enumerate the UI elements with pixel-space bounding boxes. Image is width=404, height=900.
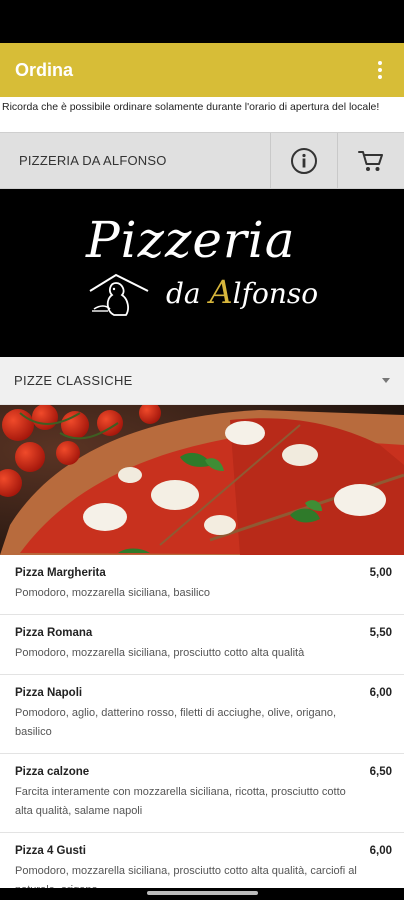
menu-item-calzone[interactable]: Pizza calzone 6,50 Farcita interamente c… [0,754,404,833]
menu-item-name: Pizza Romana [15,627,93,639]
app-title: Ordina [15,59,74,80]
cart-icon [358,150,383,171]
menu-item-price: 6,00 [369,687,392,699]
menu-item-name: Pizza Napoli [15,687,83,699]
cart-button[interactable] [337,133,404,188]
menu-item-napoli[interactable]: Pizza Napoli 6,00 Pomodoro, aglio, datte… [0,675,404,754]
menu-item-price: 6,50 [369,766,392,778]
menu-item-description: Pomodoro, mozzarella siciliana, basilico [15,587,211,599]
logo-subtitle-prefix: da [166,277,210,310]
menu-item-price: 5,50 [369,627,392,639]
menu-item-name: Pizza Margherita [15,567,106,579]
logo-title: Pizzeria [86,211,296,269]
chef-emblem-icon [89,273,149,316]
menu-item-margherita[interactable]: Pizza Margherita 5,00 Pomodoro, mozzarel… [0,555,404,615]
content: Ricorda che è possibile ordinare solamen… [0,97,404,888]
category-hero-image [0,405,404,555]
menu-item-price: 5,00 [369,567,392,579]
menu-item-romana[interactable]: Pizza Romana 5,50 Pomodoro, mozzarella s… [0,615,404,675]
logo-subtitle: da Alfonso [166,273,318,311]
app-bar: Ordina [0,43,404,97]
restaurant-logo-banner: Pizzeria da Alfonso [0,189,404,357]
menu-item-4-gusti[interactable]: Pizza 4 Gusti 6,00 Pomodoro, mozzarella … [0,833,404,888]
info-icon [291,147,317,174]
category-dropdown[interactable]: PIZZE CLASSICHE [0,357,404,405]
logo-initial: A [209,273,233,311]
ordering-notice: Ricorda che è possibile ordinare solamen… [2,101,380,113]
menu-item-name: Pizza calzone [15,766,90,778]
logo-subtitle-rest: lfonso [232,277,319,310]
menu-item-price: 6,00 [369,845,392,857]
home-gesture-handle[interactable] [147,891,258,895]
menu-item-description: Pomodoro, mozzarella siciliana, prosciut… [15,647,305,659]
restaurant-name: PIZZERIA DA ALFONSO [19,153,167,168]
overflow-menu-icon[interactable] [370,55,390,85]
menu-item-description: Farcita interamente con mozzarella sicil… [15,786,346,817]
menu-item-name: Pizza 4 Gusti [15,845,86,857]
menu-list: Pizza Margherita 5,00 Pomodoro, mozzarel… [0,555,404,888]
restaurant-bar: PIZZERIA DA ALFONSO [0,132,404,189]
status-bar [0,0,404,43]
menu-item-description: Pomodoro, mozzarella siciliana, prosciut… [15,865,357,888]
info-button[interactable] [270,133,337,188]
chevron-down-icon [382,378,390,383]
menu-item-description: Pomodoro, aglio, datterino rosso, filett… [15,707,337,738]
category-label: PIZZE CLASSICHE [14,373,133,388]
